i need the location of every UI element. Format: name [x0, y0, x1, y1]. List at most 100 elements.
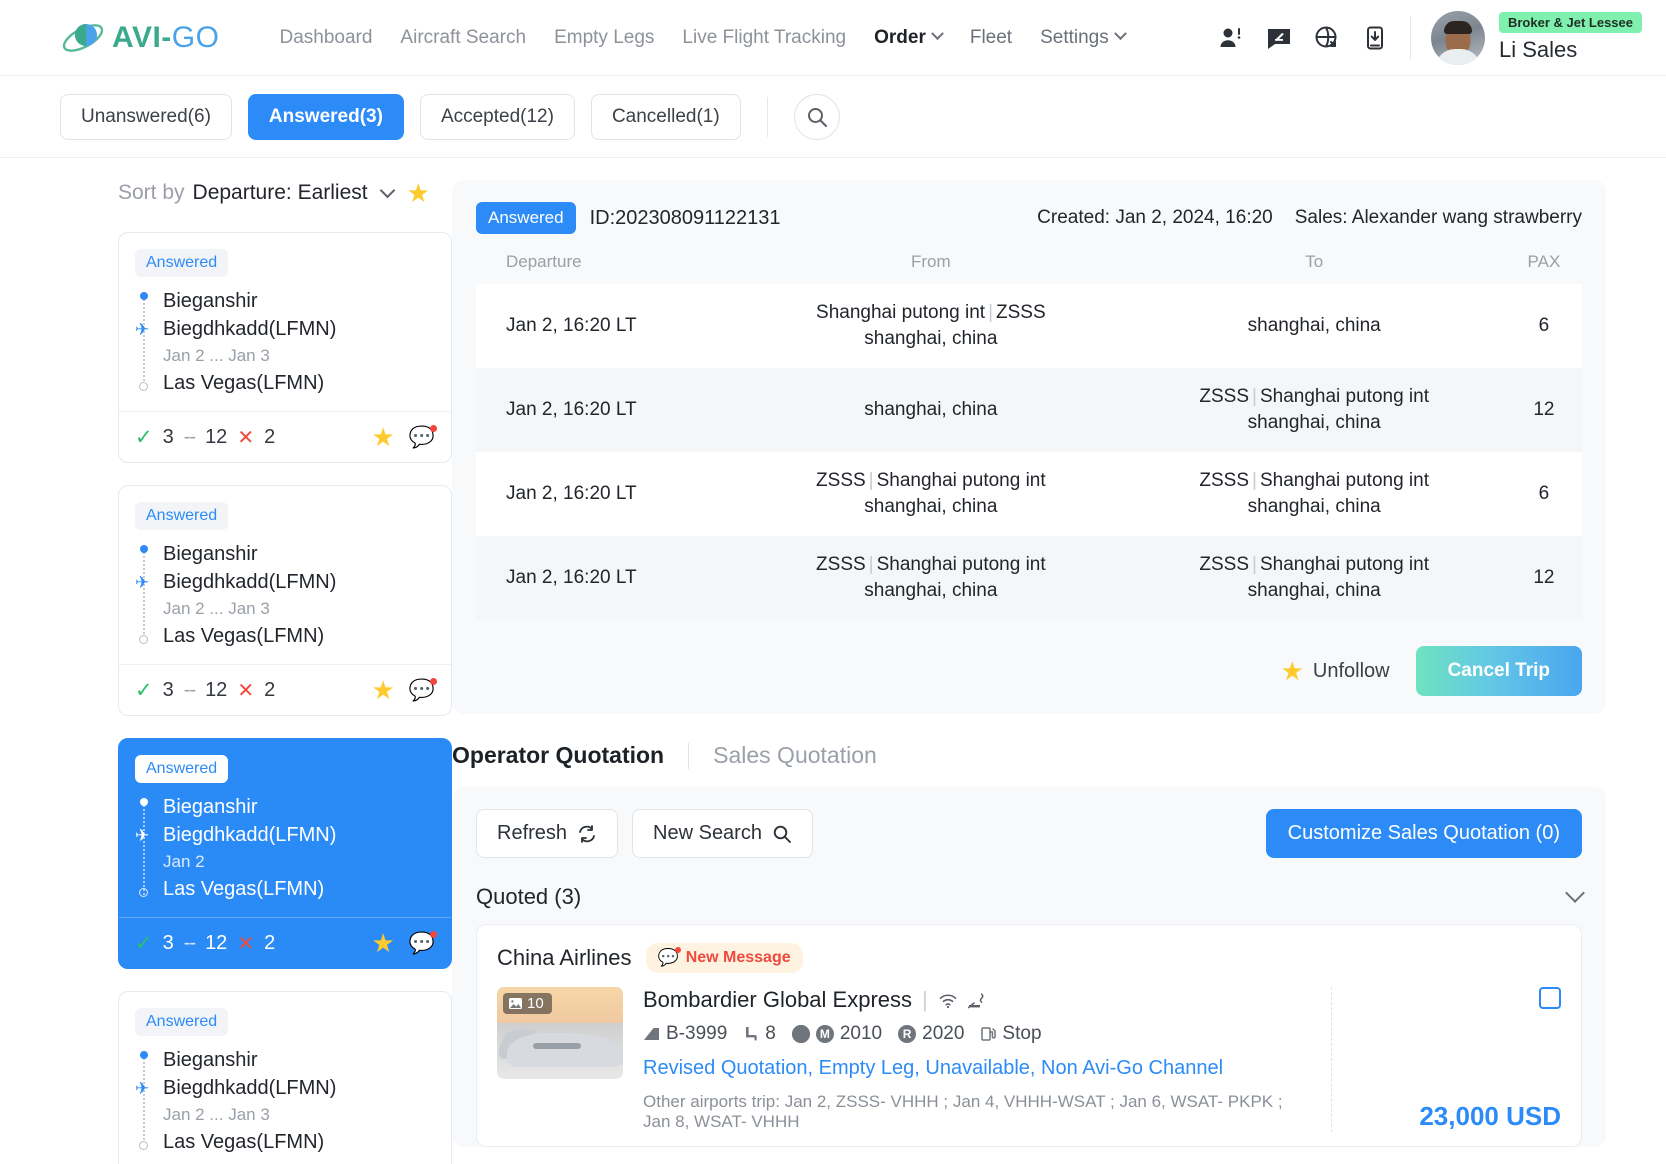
- route-from: Bieganshir Biegdhkadd(LFMN): [163, 1049, 337, 1099]
- cancel-trip-button[interactable]: Cancel Trip: [1415, 646, 1582, 696]
- link-non-avigo-channel[interactable]: Non Avi-Go Channel: [1041, 1057, 1223, 1079]
- nav-order-label: Order: [874, 26, 926, 48]
- order-card-stats: ✓ 3 -- 12 ✕ 2 ★ 💬: [119, 664, 451, 715]
- leg-departure: Jan 2, 16:20 LT: [506, 483, 637, 504]
- header-icon-group: [1218, 25, 1388, 51]
- nav-order[interactable]: Order: [860, 27, 956, 49]
- new-message-badge[interactable]: 💬 New Message: [645, 943, 803, 973]
- filter-tab-answered[interactable]: Answered(3): [247, 93, 404, 140]
- mobile-download-icon[interactable]: [1362, 25, 1388, 51]
- filter-tab-unanswered[interactable]: Unanswered(6): [60, 93, 232, 140]
- order-filter-bar: Unanswered(6) Answered(3) Accepted(12) C…: [0, 76, 1666, 158]
- star-filter-icon[interactable]: ★: [407, 180, 430, 206]
- leg-to-code: ZSSS: [1199, 554, 1250, 575]
- quotation-card[interactable]: China Airlines 💬 New Message 10 Bombardi…: [476, 924, 1582, 1147]
- nav-aircraft-search[interactable]: Aircraft Search: [386, 27, 540, 49]
- star-icon[interactable]: ★: [372, 677, 395, 703]
- quoted-section-header[interactable]: Quoted (3): [476, 883, 1585, 910]
- globe-refresh-icon[interactable]: [1314, 25, 1340, 51]
- link-unavailable[interactable]: Unavailable,: [925, 1057, 1035, 1079]
- chevron-down-icon: [930, 26, 944, 40]
- stat-dashes: --: [183, 931, 196, 954]
- order-card-stats: ✓ 3 -- 12 ✕ 2 ★ 💬: [119, 411, 451, 462]
- select-quotation-checkbox[interactable]: [1539, 987, 1561, 1009]
- contact-alert-icon[interactable]: [1218, 25, 1244, 51]
- tail-number: B-3999: [666, 1023, 728, 1044]
- header-divider: [1409, 15, 1411, 60]
- user-block: Broker & Jet Lessee Li Sales: [1498, 12, 1642, 63]
- route-to: Las Vegas(LFMN): [163, 625, 325, 647]
- operator-name: China Airlines: [497, 945, 632, 970]
- plane-icon: ✈: [135, 826, 150, 845]
- route-from: Bieganshir Biegdhkadd(LFMN): [163, 796, 337, 846]
- stat-dashes: --: [183, 678, 196, 701]
- search-icon: [773, 825, 791, 843]
- stat-pending: 12: [205, 931, 228, 954]
- customize-sales-quotation-button[interactable]: Customize Sales Quotation (0): [1265, 809, 1582, 858]
- origin-dot-icon: [139, 292, 148, 300]
- order-meta: Created: Jan 2, 2024, 16:20 Sales: Alexa…: [1037, 207, 1582, 229]
- header-right: Broker & Jet Lessee Li Sales: [1218, 10, 1642, 65]
- seat-count: 8: [765, 1023, 776, 1044]
- table-row[interactable]: Jan 2, 16:20 LT shanghai, china ZSSS | Sha…: [476, 368, 1582, 452]
- leg-from: shanghai, china: [739, 368, 1122, 452]
- link-empty-leg[interactable]: Empty Leg,: [819, 1057, 920, 1079]
- leg-from-name: Shanghai putong int: [816, 302, 986, 323]
- table-row[interactable]: Jan 2, 16:20 LT Shanghai putong int | ZSSS…: [476, 284, 1582, 368]
- filter-tab-cancelled[interactable]: Cancelled(1): [590, 93, 741, 140]
- nav-dashboard[interactable]: Dashboard: [265, 27, 386, 49]
- leg-to: ZSSS | Shanghai putong int shanghai, china: [1199, 386, 1429, 433]
- table-row[interactable]: Jan 2, 16:20 LT ZSSS | Shanghai putong int…: [476, 452, 1582, 536]
- nav-fleet[interactable]: Fleet: [956, 27, 1026, 49]
- nav-settings[interactable]: Settings: [1026, 27, 1139, 49]
- sort-control[interactable]: Sort by Departure: Earliest ★: [118, 180, 452, 206]
- message-icon[interactable]: 💬: [409, 424, 437, 448]
- unfollow-label: Unfollow: [1312, 659, 1390, 682]
- table-row[interactable]: Jan 2, 16:20 LT ZSSS | Shanghai putong int…: [476, 536, 1582, 620]
- message-icon[interactable]: 💬: [409, 930, 437, 954]
- chevron-down-icon[interactable]: [379, 182, 395, 198]
- logo[interactable]: AVI-GO: [60, 18, 219, 58]
- star-icon[interactable]: ★: [372, 930, 395, 956]
- destination-dot-icon: [139, 635, 148, 644]
- check-icon: ✓: [135, 425, 153, 449]
- nav-live-flight-tracking[interactable]: Live Flight Tracking: [668, 27, 860, 49]
- route-from: Bieganshir Biegdhkadd(LFMN): [163, 290, 337, 340]
- fuel-stop: Stop: [1002, 1023, 1042, 1044]
- origin-dot-icon: [139, 1051, 148, 1059]
- order-card-selected[interactable]: Answered ✈ Bieganshir Biegdhkadd(LFMN) J…: [118, 738, 452, 969]
- order-detail-actions: ★ Unfollow Cancel Trip: [476, 646, 1582, 696]
- star-icon[interactable]: ★: [372, 424, 395, 450]
- order-detail-column: Answered ID:202308091122131 Created: Jan…: [452, 158, 1666, 1164]
- leg-from-sub: shanghai, china: [864, 496, 998, 517]
- message-flag-icon: 💬: [657, 947, 681, 967]
- tab-sales-quotation[interactable]: Sales Quotation: [713, 742, 901, 769]
- spec-manufactured: M 2010: [791, 1023, 882, 1045]
- order-list-column: Sort by Departure: Earliest ★ Answered ✈…: [0, 158, 452, 1164]
- aircraft-thumbnail[interactable]: 10: [497, 987, 623, 1079]
- search-button[interactable]: [793, 93, 840, 140]
- message-icon[interactable]: 💬: [409, 677, 437, 701]
- route-to: Las Vegas(LFMN): [163, 1131, 325, 1153]
- close-icon: ✕: [237, 426, 255, 449]
- logo-dash: -: [161, 20, 172, 54]
- link-revised-quotation[interactable]: Revised Quotation,: [643, 1057, 813, 1079]
- filter-tab-accepted[interactable]: Accepted(12): [419, 93, 575, 140]
- tab-operator-quotation[interactable]: Operator Quotation: [452, 742, 688, 769]
- legs-table: Departure From To PAX Jan 2, 16:20 LT Sh…: [476, 246, 1582, 620]
- order-card[interactable]: Answered ✈ Bieganshir Biegdhkadd(LFMN) J…: [118, 485, 452, 716]
- unfollow-button[interactable]: ★ Unfollow: [1281, 658, 1390, 684]
- quotation-panel: Refresh New Search Customize Sales Quota…: [452, 787, 1606, 1147]
- refresh-button[interactable]: Refresh: [476, 809, 619, 858]
- role-badge: Broker & Jet Lessee: [1498, 12, 1642, 33]
- message-edit-icon[interactable]: [1266, 25, 1292, 51]
- new-search-button[interactable]: New Search: [632, 809, 813, 858]
- nav-empty-legs[interactable]: Empty Legs: [540, 27, 668, 49]
- chevron-down-icon[interactable]: [1565, 883, 1585, 903]
- order-card[interactable]: Answered ✈ Bieganshir Biegdhkadd(LFMN) J…: [118, 991, 452, 1164]
- wifi-icon: [939, 993, 957, 1008]
- plane-icon: ✈: [135, 320, 150, 339]
- order-card[interactable]: Answered ✈ Bieganshir Biegdhkadd(LFMN) J…: [118, 232, 452, 463]
- leg-to-sub: shanghai, china: [1247, 315, 1381, 336]
- avatar[interactable]: [1430, 10, 1485, 65]
